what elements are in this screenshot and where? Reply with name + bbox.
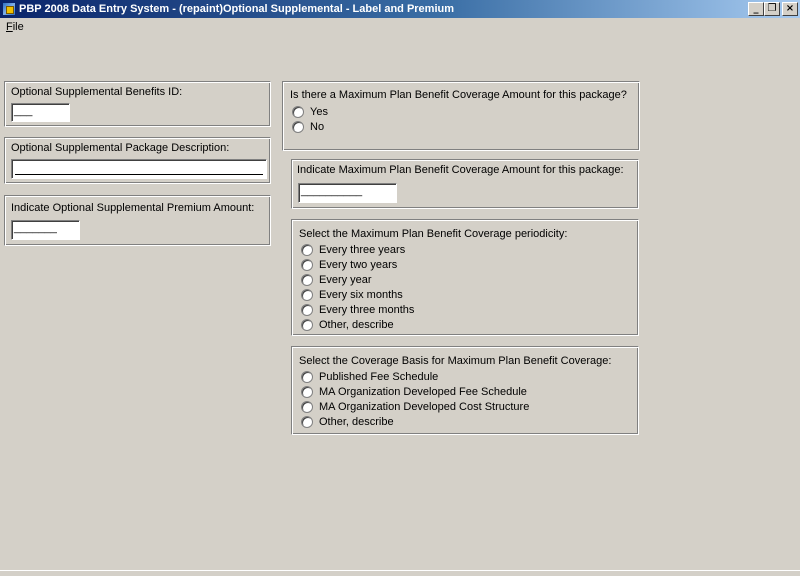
benefits-id-label: Optional Supplemental Benefits ID:	[11, 86, 183, 98]
radio-yes-circle[interactable]	[292, 106, 304, 118]
radio-ma-developed-cost-structure-label: MA Organization Developed Cost Structure	[319, 401, 530, 413]
benefits-id-group: Optional Supplemental Benefits ID: ___	[4, 81, 271, 127]
radio-every-two-years-circle[interactable]	[301, 259, 313, 271]
window-controls: _ ❐ ×	[748, 2, 798, 16]
minimize-button[interactable]: _	[748, 2, 764, 16]
benefits-id-field[interactable]: ___	[11, 103, 70, 122]
coverage-basis-group: Select the Coverage Basis for Maximum Pl…	[291, 346, 639, 435]
radio-ma-developed-cost-structure[interactable]: MA Organization Developed Cost Structure	[301, 400, 529, 414]
radio-published-fee-schedule[interactable]: Published Fee Schedule	[301, 370, 438, 384]
radio-every-six-months-circle[interactable]	[301, 289, 313, 301]
radio-ma-developed-cost-structure-circle[interactable]	[301, 401, 313, 413]
package-description-group: Optional Supplemental Package Descriptio…	[4, 137, 271, 184]
radio-periodicity-other[interactable]: Other, describe	[301, 318, 394, 332]
menu-file-accelerator: F	[6, 21, 13, 33]
radio-no-label: No	[310, 121, 325, 133]
radio-every-six-months[interactable]: Every six months	[301, 288, 403, 302]
benefits-id-value: ___	[14, 105, 33, 117]
radio-ma-developed-fee-schedule-label: MA Organization Developed Fee Schedule	[319, 386, 527, 398]
radio-periodicity-other-circle[interactable]	[301, 319, 313, 331]
radio-yes-label: Yes	[310, 106, 328, 118]
radio-published-fee-schedule-circle[interactable]	[301, 371, 313, 383]
radio-ma-developed-fee-schedule-circle[interactable]	[301, 386, 313, 398]
restore-button[interactable]: ❐	[764, 2, 780, 16]
radio-every-year-label: Every year	[319, 274, 372, 286]
radio-every-year[interactable]: Every year	[301, 273, 372, 287]
radio-every-three-months-circle[interactable]	[301, 304, 313, 316]
radio-every-year-circle[interactable]	[301, 274, 313, 286]
window-title: PBP 2008 Data Entry System - (repaint)Op…	[19, 3, 455, 15]
radio-every-three-months[interactable]: Every three months	[301, 303, 414, 317]
coverage-basis-label: Select the Coverage Basis for Maximum Pl…	[299, 355, 612, 367]
package-description-underline	[15, 174, 263, 175]
max-coverage-amount-field[interactable]: __________	[298, 183, 397, 203]
radio-published-fee-schedule-label: Published Fee Schedule	[319, 371, 439, 383]
radio-every-three-years[interactable]: Every three years	[301, 243, 405, 257]
periodicity-label: Select the Maximum Plan Benefit Coverage…	[299, 228, 568, 240]
premium-label: Indicate Optional Supplemental Premium A…	[11, 202, 255, 214]
radio-ma-developed-fee-schedule[interactable]: MA Organization Developed Fee Schedule	[301, 385, 527, 399]
radio-every-three-months-label: Every three months	[319, 304, 415, 316]
periodicity-group: Select the Maximum Plan Benefit Coverage…	[291, 219, 639, 336]
menu-file-label: ile	[12, 21, 24, 33]
radio-every-two-years-label: Every two years	[319, 259, 398, 271]
window-bottom-edge	[0, 570, 800, 576]
max-coverage-amount-value: __________	[301, 185, 363, 197]
max-coverage-amount-group: Indicate Maximum Plan Benefit Coverage A…	[291, 159, 639, 209]
premium-value: _______	[14, 222, 57, 234]
radio-every-three-years-label: Every three years	[319, 244, 406, 256]
max-coverage-question-label: Is there a Maximum Plan Benefit Coverage…	[290, 89, 627, 101]
radio-yes[interactable]: Yes	[292, 105, 328, 119]
radio-coverage-basis-other-label: Other, describe	[319, 416, 394, 428]
radio-every-three-years-circle[interactable]	[301, 244, 313, 256]
radio-every-six-months-label: Every six months	[319, 289, 403, 301]
radio-every-two-years[interactable]: Every two years	[301, 258, 397, 272]
radio-periodicity-other-label: Other, describe	[319, 319, 394, 331]
radio-coverage-basis-other-circle[interactable]	[301, 416, 313, 428]
radio-no-circle[interactable]	[292, 121, 304, 133]
package-description-label: Optional Supplemental Package Descriptio…	[11, 142, 230, 154]
menu-bar: File	[0, 19, 800, 37]
premium-field[interactable]: _______	[11, 220, 80, 240]
radio-coverage-basis-other[interactable]: Other, describe	[301, 415, 394, 429]
app-icon[interactable]	[2, 2, 16, 16]
package-description-field[interactable]	[11, 159, 267, 179]
close-button[interactable]: ×	[782, 2, 798, 16]
premium-group: Indicate Optional Supplemental Premium A…	[4, 195, 271, 246]
max-coverage-question-group: Is there a Maximum Plan Benefit Coverage…	[282, 81, 640, 151]
title-bar[interactable]: PBP 2008 Data Entry System - (repaint)Op…	[0, 0, 800, 18]
max-coverage-amount-label: Indicate Maximum Plan Benefit Coverage A…	[297, 164, 624, 176]
radio-no[interactable]: No	[292, 120, 324, 134]
menu-file[interactable]: File	[6, 21, 24, 33]
